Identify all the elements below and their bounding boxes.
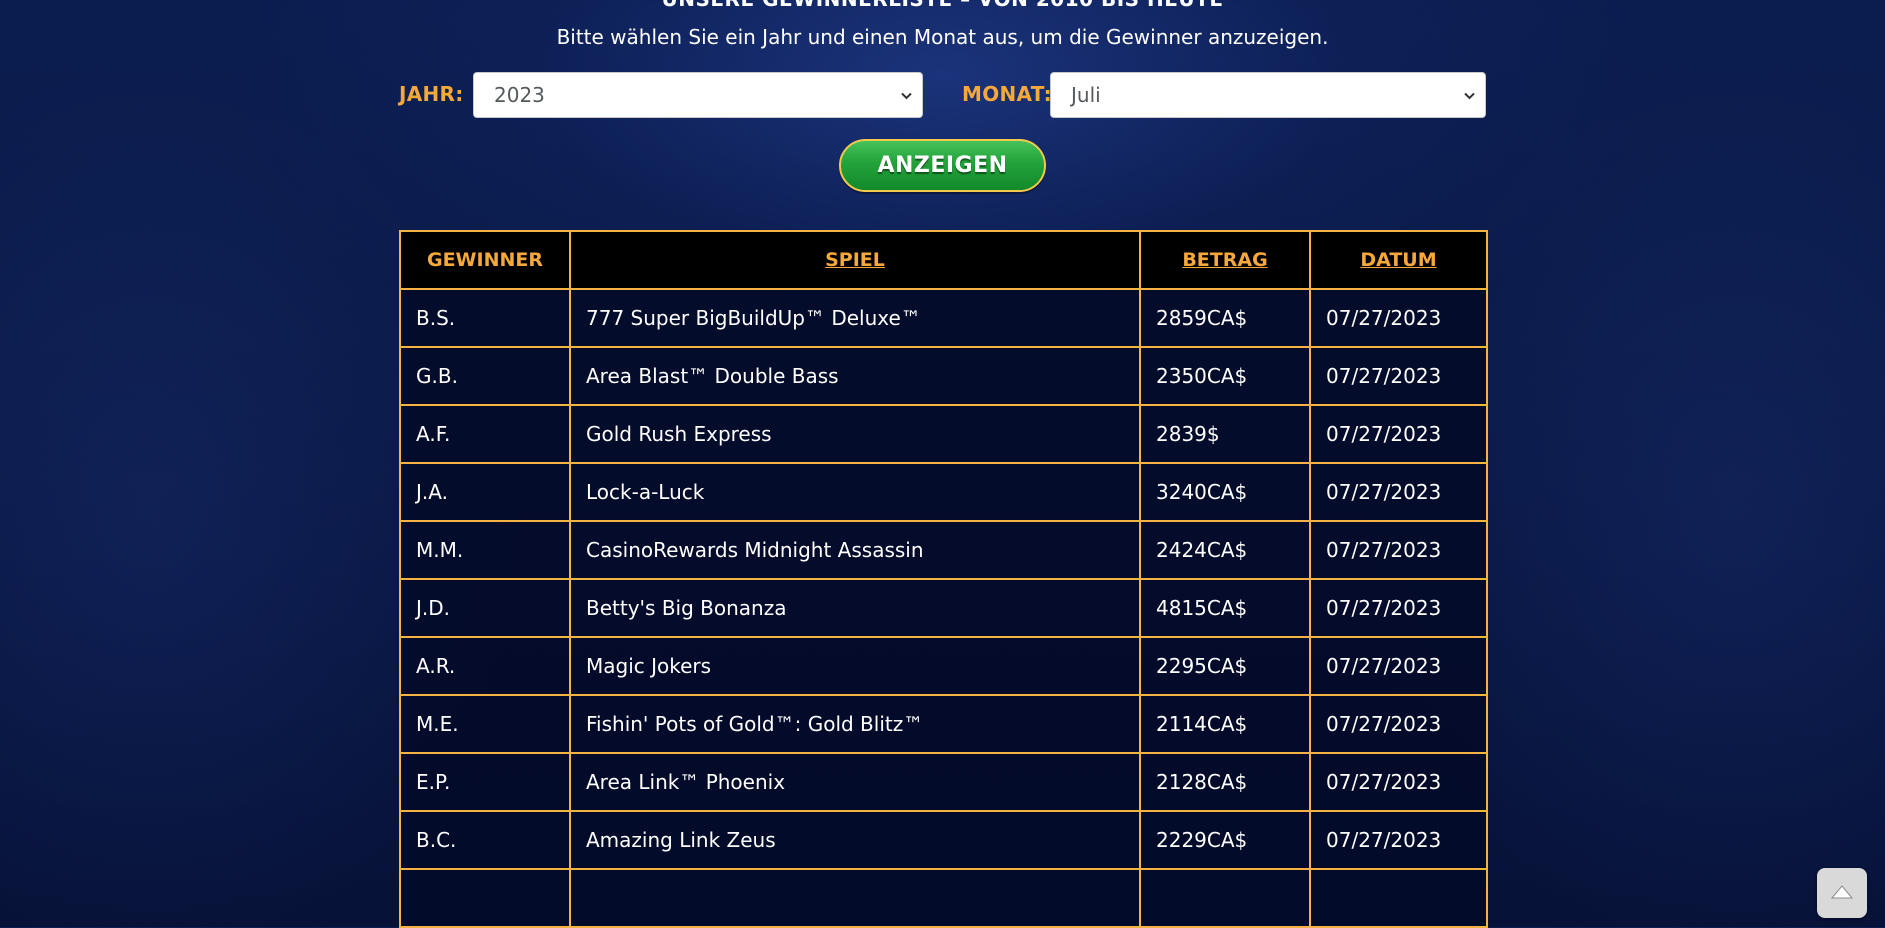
game-cell: Fishin' Pots of Gold™: Gold Blitz™: [569, 694, 1141, 754]
winner-cell: M.M.: [399, 520, 571, 580]
year-label: JAHR:: [399, 82, 464, 106]
amount-cell: [1139, 868, 1311, 928]
year-select-value: 2023: [494, 83, 545, 107]
table-row: A.R. Magic Jokers 2295CA$ 07/27/2023: [399, 636, 1488, 696]
date-cell: 07/27/2023: [1309, 752, 1488, 812]
amount-cell: 2229CA$: [1139, 810, 1311, 870]
winner-cell: E.P.: [399, 752, 571, 812]
game-cell: Amazing Link Zeus: [569, 810, 1141, 870]
table-row: A.F. Gold Rush Express 2839$ 07/27/2023: [399, 404, 1488, 464]
column-header-betrag[interactable]: BETRAG: [1139, 230, 1311, 290]
scroll-to-top-button[interactable]: [1817, 868, 1867, 918]
date-cell: 07/27/2023: [1309, 694, 1488, 754]
table-row: G.B. Area Blast™ Double Bass 2350CA$ 07/…: [399, 346, 1488, 406]
game-cell: Lock-a-Luck: [569, 462, 1141, 522]
table-row: M.M. CasinoRewards Midnight Assassin 242…: [399, 520, 1488, 580]
amount-cell: 4815CA$: [1139, 578, 1311, 638]
amount-cell: 2295CA$: [1139, 636, 1311, 696]
sort-link-datum[interactable]: DATUM: [1360, 249, 1436, 271]
date-cell: 07/27/2023: [1309, 462, 1488, 522]
winner-cell: [399, 868, 571, 928]
winner-cell: G.B.: [399, 346, 571, 406]
amount-cell: 2859CA$: [1139, 288, 1311, 348]
winner-cell: M.E.: [399, 694, 571, 754]
winner-cell: B.C.: [399, 810, 571, 870]
chevron-down-icon: [1464, 92, 1475, 100]
date-cell: 07/27/2023: [1309, 578, 1488, 638]
winner-cell: J.D.: [399, 578, 571, 638]
table-row: [399, 868, 1488, 928]
amount-cell: 2128CA$: [1139, 752, 1311, 812]
table-row: B.C. Amazing Link Zeus 2229CA$ 07/27/202…: [399, 810, 1488, 870]
table-row: M.E. Fishin' Pots of Gold™: Gold Blitz™ …: [399, 694, 1488, 754]
page-heading: UNSERE GEWINNERLISTE – VON 2010 BIS HEUT…: [0, 0, 1885, 11]
game-cell: Betty's Big Bonanza: [569, 578, 1141, 638]
chevron-down-icon: [901, 92, 912, 100]
anzeigen-button[interactable]: ANZEIGEN: [839, 139, 1046, 192]
winner-cell: A.R.: [399, 636, 571, 696]
column-header-gewinner: GEWINNER: [399, 230, 571, 290]
month-label: MONAT:: [962, 82, 1052, 106]
amount-cell: 2114CA$: [1139, 694, 1311, 754]
date-cell: [1309, 868, 1488, 928]
amount-cell: 2424CA$: [1139, 520, 1311, 580]
column-header-gewinner-label: GEWINNER: [426, 249, 543, 271]
date-cell: 07/27/2023: [1309, 810, 1488, 870]
page-subtitle: Bitte wählen Sie ein Jahr und einen Mona…: [556, 25, 1329, 49]
game-cell: 777 Super BigBuildUp™ Deluxe™: [569, 288, 1141, 348]
sort-link-betrag[interactable]: BETRAG: [1182, 249, 1267, 271]
table-row: E.P. Area Link™ Phoenix 2128CA$ 07/27/20…: [399, 752, 1488, 812]
column-header-datum[interactable]: DATUM: [1309, 230, 1488, 290]
column-header-spiel[interactable]: SPIEL: [569, 230, 1141, 290]
amount-cell: 2839$: [1139, 404, 1311, 464]
month-select-value: Juli: [1071, 83, 1101, 107]
date-cell: 07/27/2023: [1309, 288, 1488, 348]
winner-cell: A.F.: [399, 404, 571, 464]
date-cell: 07/27/2023: [1309, 636, 1488, 696]
winner-cell: B.S.: [399, 288, 571, 348]
game-cell: Area Blast™ Double Bass: [569, 346, 1141, 406]
table-row: J.D. Betty's Big Bonanza 4815CA$ 07/27/2…: [399, 578, 1488, 638]
game-cell: Area Link™ Phoenix: [569, 752, 1141, 812]
date-cell: 07/27/2023: [1309, 346, 1488, 406]
game-cell: [569, 868, 1141, 928]
month-select[interactable]: Juli: [1050, 72, 1486, 118]
game-cell: Magic Jokers: [569, 636, 1141, 696]
game-cell: Gold Rush Express: [569, 404, 1141, 464]
sort-link-spiel[interactable]: SPIEL: [825, 249, 885, 271]
amount-cell: 2350CA$: [1139, 346, 1311, 406]
date-cell: 07/27/2023: [1309, 404, 1488, 464]
caret-up-icon: [1830, 885, 1854, 899]
winner-cell: J.A.: [399, 462, 571, 522]
year-select[interactable]: 2023: [473, 72, 923, 118]
date-cell: 07/27/2023: [1309, 520, 1488, 580]
game-cell: CasinoRewards Midnight Assassin: [569, 520, 1141, 580]
amount-cell: 3240CA$: [1139, 462, 1311, 522]
table-row: B.S. 777 Super BigBuildUp™ Deluxe™ 2859C…: [399, 288, 1488, 348]
winners-table: GEWINNER SPIEL BETRAG DATUM B.S. 777 Sup…: [399, 230, 1488, 928]
table-header-row: GEWINNER SPIEL BETRAG DATUM: [399, 230, 1488, 290]
table-row: J.A. Lock-a-Luck 3240CA$ 07/27/2023: [399, 462, 1488, 522]
